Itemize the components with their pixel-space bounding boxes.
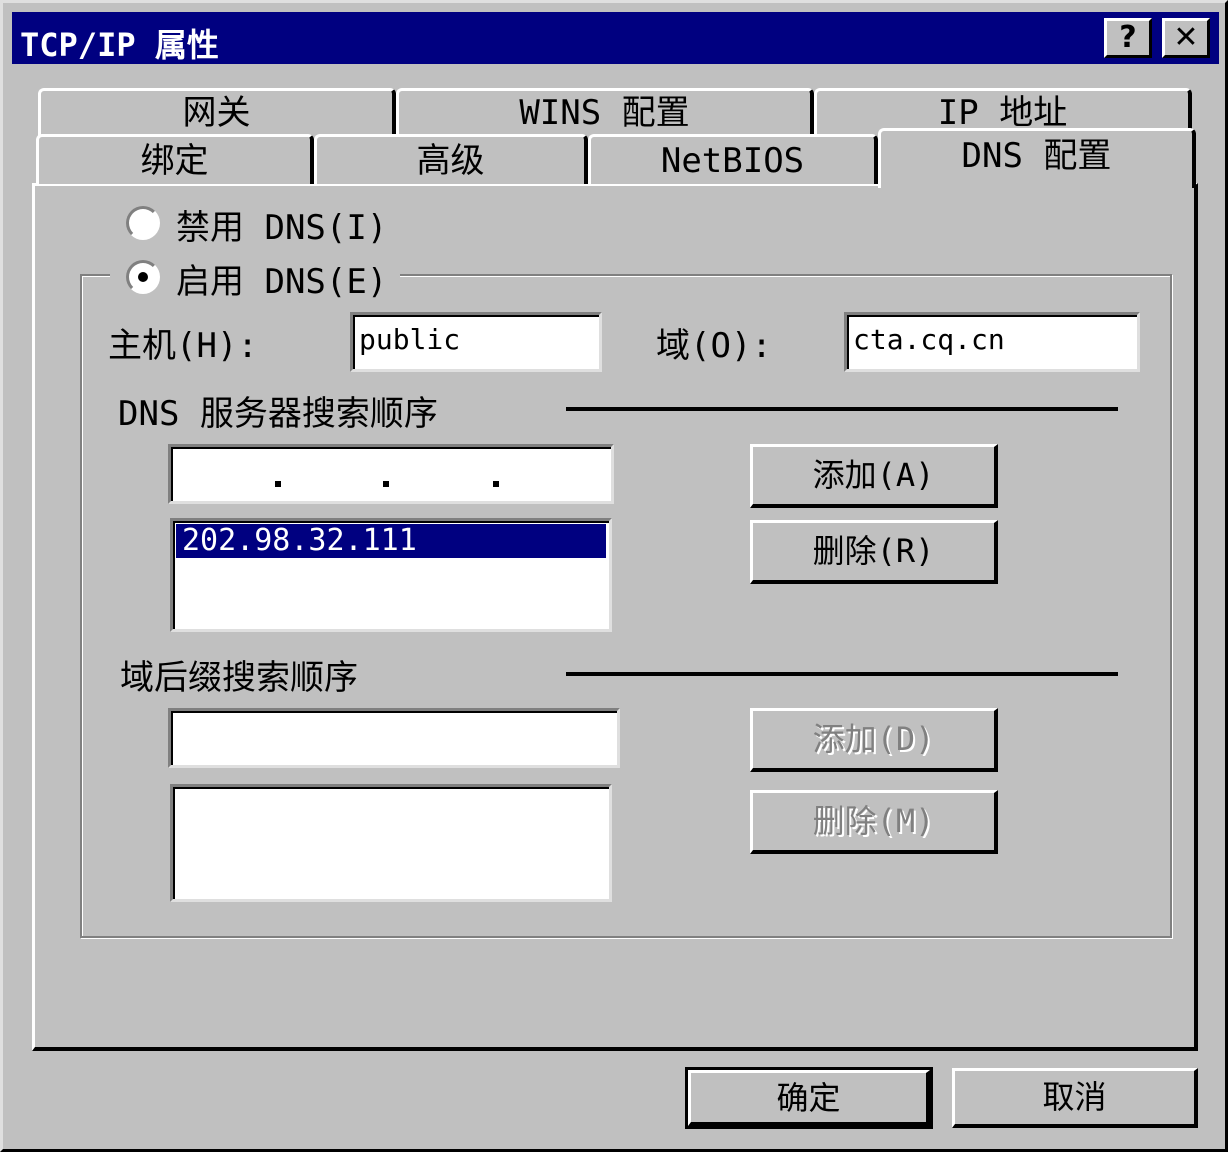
ok-button[interactable]: 确定 bbox=[685, 1067, 933, 1129]
cancel-button[interactable]: 取消 bbox=[952, 1068, 1198, 1128]
enable-dns-radio[interactable] bbox=[126, 260, 160, 294]
tab-netbios[interactable]: NetBIOS bbox=[588, 134, 878, 184]
remove-dns-server-button[interactable]: 删除(R) bbox=[750, 520, 998, 584]
domain-input[interactable]: cta.cq.cn bbox=[844, 312, 1140, 372]
dns-server-order-label: DNS 服务器搜索顺序 bbox=[118, 394, 438, 434]
remove-suffix-button[interactable]: 删除(M) bbox=[750, 790, 998, 854]
suffix-list[interactable] bbox=[170, 784, 612, 902]
separator-line bbox=[566, 407, 1118, 411]
close-icon: ✕ bbox=[1173, 20, 1199, 55]
ip-separator-dot bbox=[493, 481, 499, 487]
separator-line bbox=[566, 672, 1118, 676]
tab-wins-config[interactable]: WINS 配置 bbox=[396, 88, 814, 136]
disable-dns-label: 禁用 DNS(I) bbox=[176, 208, 388, 248]
tab-dns-config[interactable]: DNS 配置 bbox=[878, 128, 1196, 188]
tab-label: 绑定 bbox=[140, 141, 209, 181]
help-icon: ? bbox=[1119, 20, 1137, 55]
add-suffix-button[interactable]: 添加(D) bbox=[750, 708, 998, 772]
dns-server-ip-input[interactable] bbox=[168, 444, 614, 504]
tab-label: 高级 bbox=[416, 141, 485, 181]
suffix-order-label: 域后缀搜索顺序 bbox=[120, 658, 358, 698]
help-button[interactable]: ? bbox=[1104, 18, 1152, 58]
host-label: 主机(H): bbox=[108, 326, 258, 366]
tab-advanced[interactable]: 高级 bbox=[314, 134, 588, 184]
window-title: TCP/IP 属性 bbox=[20, 26, 219, 64]
host-input[interactable]: public bbox=[350, 312, 602, 372]
suffix-input[interactable] bbox=[168, 708, 620, 768]
close-button[interactable]: ✕ bbox=[1162, 18, 1210, 58]
tab-label: WINS 配置 bbox=[519, 93, 690, 133]
tab-label: 网关 bbox=[182, 93, 251, 133]
tab-label: NetBIOS bbox=[660, 141, 805, 181]
ip-separator-dot bbox=[383, 481, 389, 487]
radio-dot bbox=[138, 272, 148, 282]
tab-bindings[interactable]: 绑定 bbox=[36, 134, 314, 184]
ip-separator-dot bbox=[275, 481, 281, 487]
domain-label: 域(O): bbox=[656, 326, 772, 366]
enable-dns-label: 启用 DNS(E) bbox=[176, 262, 388, 302]
title-bar: TCP/IP 属性 ? ✕ bbox=[12, 12, 1219, 64]
tab-gateway[interactable]: 网关 bbox=[38, 88, 396, 136]
tab-label: DNS 配置 bbox=[961, 136, 1112, 176]
disable-dns-radio[interactable] bbox=[126, 206, 160, 240]
dns-server-list-item[interactable]: 202.98.32.111 bbox=[176, 524, 606, 558]
add-dns-server-button[interactable]: 添加(A) bbox=[750, 444, 998, 508]
